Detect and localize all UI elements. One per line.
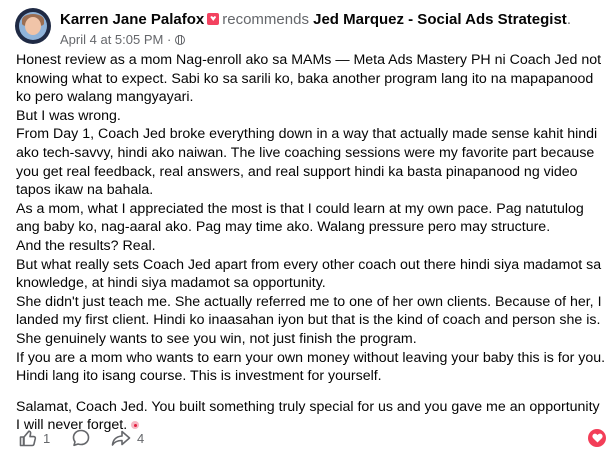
post-meta: April 4 at 5:05 PM · [60, 31, 606, 48]
author-avatar[interactable] [15, 8, 51, 44]
love-reaction-icon[interactable] [588, 429, 606, 447]
post-paragraph: But I was wrong. [16, 107, 121, 124]
post-headline: Karren Jane Palafox recommends Jed Marque… [60, 10, 606, 30]
post-paragraph: As a mom, what I appreciated the most is… [16, 200, 584, 236]
author-name[interactable]: Karren Jane Palafox [60, 11, 204, 28]
share-action[interactable]: 4 [110, 427, 144, 449]
share-icon [111, 430, 131, 446]
recommend-heart-icon [207, 13, 220, 25]
recommends-text: recommends [222, 11, 309, 28]
post-body: Honest review as a mom Nag-enroll ako sa… [16, 51, 606, 435]
post-paragraph: She didn't just teach me. She actually r… [16, 293, 602, 347]
thumbs-up-icon [19, 430, 37, 447]
post-actions: 1 4 [18, 427, 606, 449]
meta-separator: · [166, 32, 172, 47]
post-paragraph: If you are a mom who wants to earn your … [16, 349, 606, 385]
comment-icon [72, 429, 90, 447]
headline-period: . [566, 11, 571, 28]
post-timestamp[interactable]: April 4 at 5:05 PM [60, 32, 163, 47]
heart-icon [591, 433, 603, 443]
post-paragraph: Honest review as a mom Nag-enroll ako sa… [16, 52, 602, 106]
post-paragraph: But what really sets Coach Jed apart fro… [16, 256, 602, 292]
like-count: 1 [43, 430, 51, 446]
post-paragraph: And the results? Real. [16, 237, 156, 254]
avatar-face [25, 17, 41, 35]
globe-icon[interactable] [174, 35, 185, 45]
page-name-link[interactable]: Jed Marquez - Social Ads Strategist [313, 11, 567, 28]
comment-action[interactable] [71, 427, 91, 449]
post-paragraph: From Day 1, Coach Jed broke everything d… [16, 126, 598, 199]
share-count: 4 [137, 430, 145, 446]
post-header: Karren Jane Palafox recommends Jed Marque… [60, 10, 606, 48]
like-action[interactable]: 1 [18, 427, 50, 449]
